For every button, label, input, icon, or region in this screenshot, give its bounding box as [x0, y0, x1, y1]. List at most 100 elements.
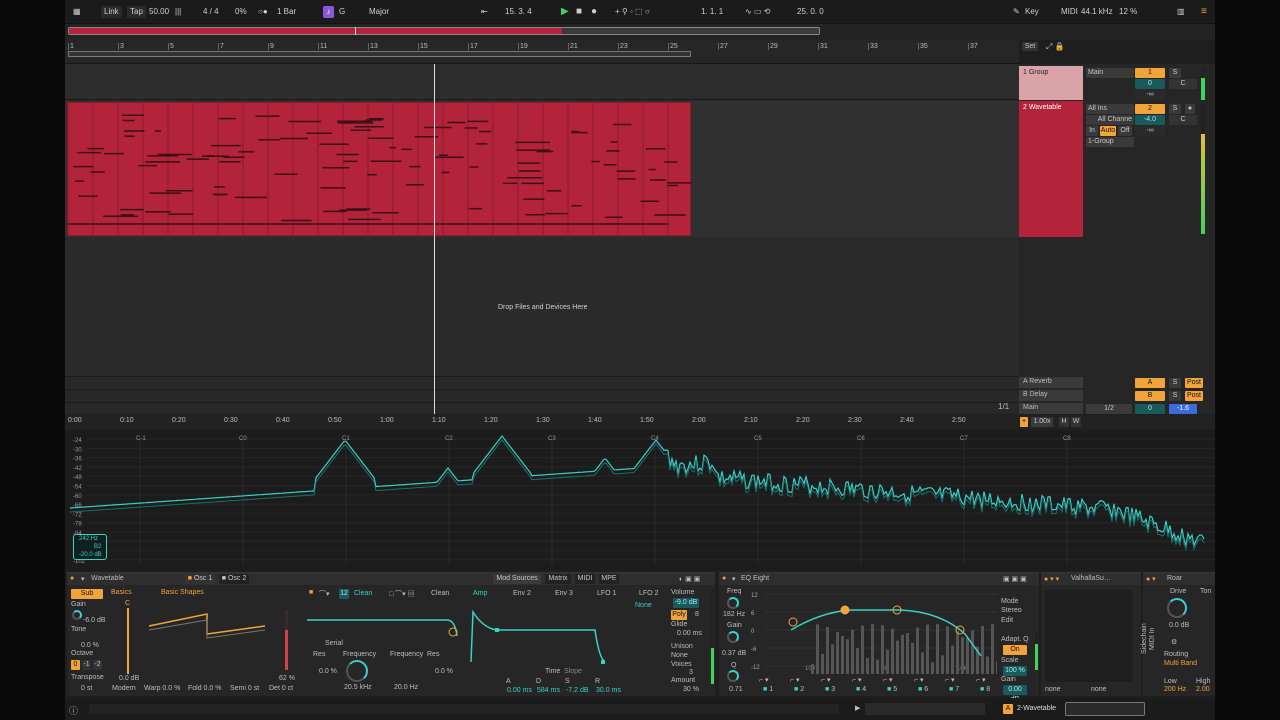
- eq-band-toggle[interactable]: ■ 7: [949, 686, 959, 693]
- bar-ruler[interactable]: 1 3 5 7 9 11 13 15 17 19 21 23 25 27 29 31 33 35 37: [65, 40, 1019, 64]
- arm-icon[interactable]: ●: [1185, 104, 1195, 114]
- glide-value[interactable]: 0.00 ms: [677, 630, 702, 637]
- arrangement-overview[interactable]: [65, 24, 1215, 40]
- device-options-icon[interactable]: ◐ ▣ ▣: [679, 575, 700, 583]
- wavetable-category[interactable]: Basics: [111, 589, 132, 596]
- key-map-button[interactable]: Key: [1025, 6, 1039, 18]
- valhalla-right-menu[interactable]: none: [1091, 686, 1107, 693]
- group-volume[interactable]: 0: [1135, 79, 1165, 89]
- monitor-auto-button[interactable]: Auto: [1100, 126, 1116, 136]
- time-ruler[interactable]: 0:00 0:10 0:20 0:30 0:40 0:50 1:00 1:10 1:20 1:30…: [65, 414, 1019, 430]
- group-track-activator[interactable]: 1: [1135, 68, 1165, 78]
- env3-tab[interactable]: Env 3: [555, 590, 573, 597]
- monitor-off-button[interactable]: Off: [1118, 126, 1132, 136]
- eq-band-toggle[interactable]: ■ 8: [980, 686, 990, 693]
- low-value[interactable]: 200 Hz: [1164, 686, 1186, 693]
- wavetable-output-menu[interactable]: 1-Group: [1086, 137, 1134, 147]
- loop-icon[interactable]: ∿ ▭ ⟲: [745, 6, 770, 18]
- zoom-field[interactable]: 1.00x: [1031, 417, 1053, 427]
- hamburger-icon[interactable]: ≡: [1201, 6, 1207, 18]
- link-button[interactable]: Link: [101, 6, 122, 18]
- eq-out-gain-value[interactable]: 0.00 dB: [1003, 685, 1027, 703]
- filter1-slope[interactable]: 12: [339, 589, 349, 599]
- eq-scale-value[interactable]: 100 %: [1003, 666, 1027, 676]
- volume-value[interactable]: -9.0 dB: [673, 598, 699, 608]
- eq-display[interactable]: 1260-6-121001k10k: [751, 586, 997, 678]
- menu-icon[interactable]: ▦: [73, 6, 83, 18]
- eq-band-toggle[interactable]: ■ 5: [887, 686, 897, 693]
- spectrum-analyzer[interactable]: -24-30-36-42-48-54-60-66-72-78-84-90-96-…: [65, 430, 1215, 570]
- eq-band-filter-icon[interactable]: ⌐ ▾: [821, 676, 831, 684]
- filter2-circuit[interactable]: Clean: [431, 590, 449, 597]
- wavetable-display[interactable]: [147, 610, 267, 650]
- filter-routing[interactable]: Serial: [325, 640, 343, 647]
- attack-value[interactable]: 0.00 ms: [507, 687, 532, 694]
- osc1-tab[interactable]: ■ Osc 1: [185, 574, 215, 584]
- scale-mode-icon[interactable]: ♪: [323, 6, 334, 18]
- scale-menu[interactable]: Major: [369, 6, 389, 18]
- lfo1-tab[interactable]: LFO 1: [597, 590, 616, 597]
- slope-toggle[interactable]: Slope: [564, 668, 582, 675]
- roar-on-icon[interactable]: ● ▾: [1146, 575, 1156, 583]
- position-slider[interactable]: [285, 610, 288, 670]
- wavetable-track-activator[interactable]: 2: [1135, 104, 1165, 114]
- main-lane[interactable]: [65, 402, 1019, 414]
- eq-band-filter-icon[interactable]: ⌐ ▾: [945, 676, 955, 684]
- group-pan[interactable]: C: [1169, 79, 1197, 89]
- amp-tab[interactable]: Amp: [473, 590, 487, 597]
- eq-edit-label[interactable]: Edit: [1001, 617, 1013, 624]
- eq-band-toggle[interactable]: ■ 1: [763, 686, 773, 693]
- groove-field[interactable]: 0%: [235, 6, 247, 18]
- wavetable-volume[interactable]: -4.0: [1135, 115, 1165, 125]
- key-menu[interactable]: G: [339, 6, 345, 18]
- eq-q-knob[interactable]: [727, 670, 739, 682]
- filter2-toggle[interactable]: □ ⌒▾ ▤: [389, 589, 415, 599]
- group-output-menu[interactable]: Main: [1086, 68, 1134, 78]
- osc-gain-slider[interactable]: [127, 608, 129, 674]
- input-channel-menu[interactable]: All Channe: [1086, 115, 1134, 125]
- decay-value[interactable]: 584 ms: [537, 687, 560, 694]
- return-b-header[interactable]: B Delay: [1019, 390, 1083, 401]
- input-type-menu[interactable]: All Ins: [1086, 104, 1134, 114]
- view-icon[interactable]: ▥: [1177, 6, 1185, 18]
- drive-knob[interactable]: [1167, 598, 1187, 618]
- device-on-icon[interactable]: ●: [70, 575, 74, 582]
- follow-icon[interactable]: ⇤: [481, 6, 488, 18]
- song-position-field[interactable]: 15. 3. 4: [505, 6, 532, 18]
- valhalla-plugin-area[interactable]: [1045, 590, 1133, 682]
- octave-minus1[interactable]: -1: [82, 660, 91, 670]
- eq-options-icon[interactable]: ▣ ▣ ▣: [1003, 575, 1027, 583]
- tempo-field[interactable]: 50.00: [149, 6, 169, 18]
- eq-band-toggle[interactable]: ■ 3: [825, 686, 835, 693]
- filter1-type-icon[interactable]: ⌒▾: [319, 589, 330, 599]
- sub-osc-toggle[interactable]: Sub: [71, 589, 103, 599]
- routing-value[interactable]: Multi Band: [1164, 660, 1197, 667]
- sub-gain-knob[interactable]: [72, 610, 82, 620]
- w-button[interactable]: W: [1071, 417, 1081, 427]
- loop-brace[interactable]: [68, 51, 691, 57]
- eq-gain-knob[interactable]: [727, 631, 739, 643]
- draw-icon[interactable]: ✎: [1013, 6, 1020, 18]
- main-header[interactable]: Main: [1019, 403, 1083, 414]
- eq-band-filter-icon[interactable]: ⌐ ▾: [914, 676, 924, 684]
- eq-band-toggle[interactable]: ■ 6: [918, 686, 928, 693]
- high-value[interactable]: 2.00: [1196, 686, 1210, 693]
- wavetable-pan[interactable]: C: [1169, 115, 1197, 125]
- envelope-display[interactable]: [467, 608, 659, 666]
- return-a-activator[interactable]: A: [1135, 378, 1165, 388]
- record-mode-icon[interactable]: ○●: [258, 6, 268, 18]
- eq-band-filter-icon[interactable]: ⌐ ▾: [790, 676, 800, 684]
- octave-0[interactable]: 0: [71, 660, 80, 670]
- eq-on-icon[interactable]: ●: [722, 575, 726, 582]
- eq-band-filter-icon[interactable]: ⌐ ▾: [883, 676, 893, 684]
- eq-band-filter-icon[interactable]: ⌐ ▾: [852, 676, 862, 684]
- return-a-lane[interactable]: [65, 376, 1019, 388]
- release-value[interactable]: 30.0 ms: [596, 687, 621, 694]
- poly-value[interactable]: 8: [695, 611, 699, 618]
- group-track-header[interactable]: 1 Group: [1019, 66, 1083, 100]
- mpe-tab[interactable]: MPE: [599, 574, 619, 584]
- midi-tab[interactable]: MIDI: [575, 574, 595, 584]
- eq-band-handle[interactable]: [840, 605, 850, 615]
- octave-minus2[interactable]: -2: [93, 660, 102, 670]
- eq-fold-icon[interactable]: ▾: [732, 575, 736, 583]
